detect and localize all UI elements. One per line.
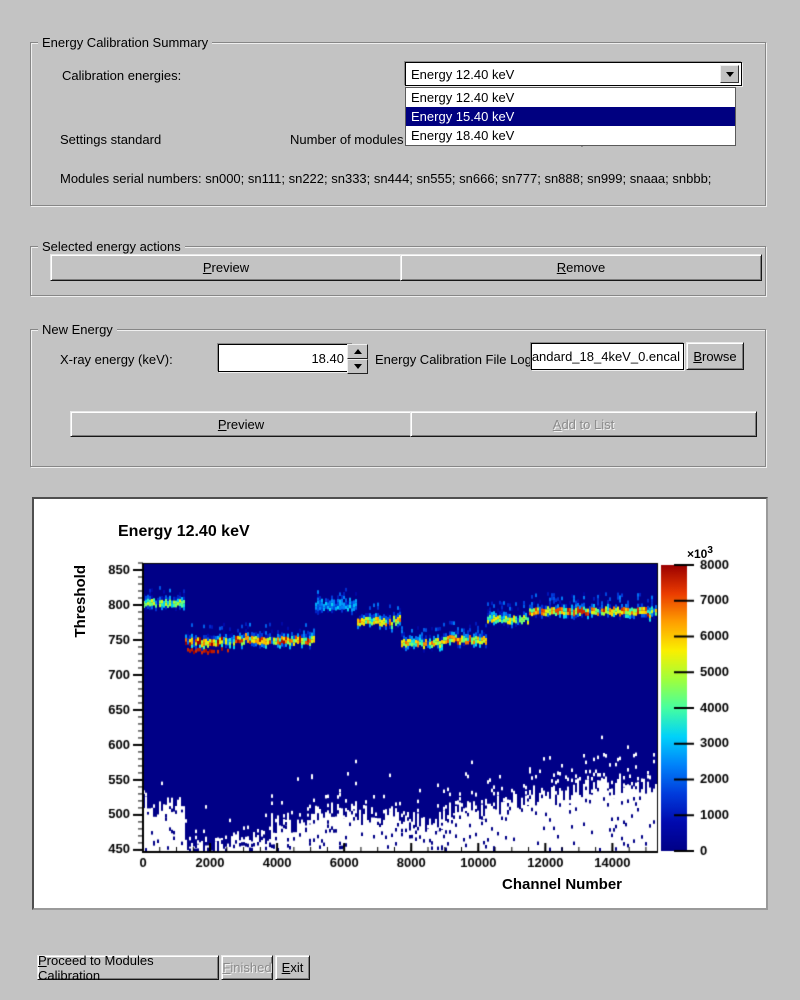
- combobox-dropdown-button[interactable]: [720, 65, 739, 83]
- plot-y-axis-label: Threshold: [72, 565, 89, 638]
- group-legend: Selected energy actions: [38, 239, 185, 254]
- browse-button[interactable]: Browse: [686, 342, 744, 370]
- group-legend: Energy Calibration Summary: [38, 35, 212, 50]
- calibration-file-label: Energy Calibration File Log: [375, 352, 532, 367]
- calibration-energies-dropdown-list: Energy 12.40 keV Energy 15.40 keV Energy…: [405, 87, 736, 146]
- dropdown-item[interactable]: Energy 15.40 keV: [406, 107, 735, 126]
- proceed-to-modules-calibration-button[interactable]: Proceed to Modules Calibration: [37, 955, 219, 980]
- plot-x-axis-label: Channel Number: [502, 876, 622, 893]
- xray-energy-input[interactable]: 18.40: [218, 344, 353, 372]
- spin-down-button[interactable]: [347, 359, 368, 374]
- finished-button[interactable]: Finished: [221, 955, 273, 980]
- number-of-modules-label: Number of modules 12: [290, 132, 422, 147]
- add-to-list-button[interactable]: Add to List: [410, 411, 757, 437]
- preview-selected-button[interactable]: Preview: [50, 254, 402, 281]
- calibration-energies-combobox[interactable]: Energy 12.40 keV: [405, 62, 742, 86]
- chevron-down-icon: [726, 72, 734, 77]
- xray-energy-label: X-ray energy (keV):: [60, 352, 173, 367]
- threshold-scan-plot-panel: Energy 12.40 keV Threshold Channel Numbe…: [32, 497, 768, 910]
- combobox-value: Energy 12.40 keV: [411, 67, 514, 82]
- modules-serial-numbers-label: Modules serial numbers: sn000; sn111; sn…: [60, 171, 711, 186]
- remove-selected-button[interactable]: Remove: [400, 254, 762, 281]
- arrow-up-icon: [354, 349, 362, 354]
- colorbar-exponent-label: ×103: [687, 545, 713, 561]
- preview-new-energy-button[interactable]: Preview: [70, 411, 412, 437]
- dropdown-item[interactable]: Energy 12.40 keV: [406, 88, 735, 107]
- calibration-energies-label: Calibration energies:: [62, 68, 181, 83]
- spin-up-button[interactable]: [347, 344, 368, 359]
- exit-button[interactable]: Exit: [275, 955, 310, 980]
- dropdown-item[interactable]: Energy 18.40 keV: [406, 126, 735, 145]
- settings-standard-label: Settings standard: [60, 132, 161, 147]
- plot-title: Energy 12.40 keV: [118, 523, 250, 541]
- threshold-scan-heatmap: [34, 499, 766, 908]
- calibration-file-input[interactable]: standard_18_4keV_0.encal: [531, 343, 684, 370]
- group-legend: New Energy: [38, 322, 117, 337]
- arrow-down-icon: [354, 364, 362, 369]
